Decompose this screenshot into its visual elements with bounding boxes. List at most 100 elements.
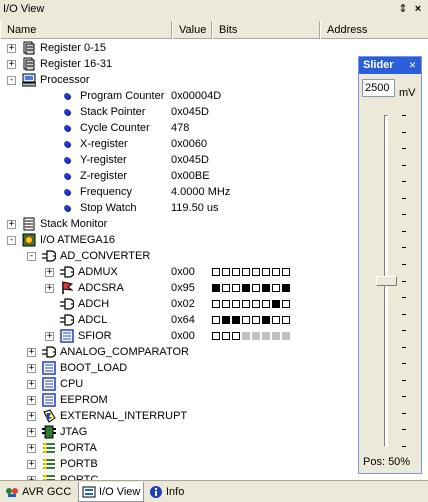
dot-icon [64, 205, 70, 211]
expand-button[interactable]: + [45, 284, 54, 293]
bit-cell[interactable] [252, 316, 260, 324]
window-title: I/O View [3, 3, 45, 15]
slider-value-input[interactable] [362, 79, 395, 97]
tree-label: ADCL [78, 314, 108, 326]
bit-cell[interactable] [262, 316, 270, 324]
dot-icon [64, 189, 70, 195]
tree-label: Stop Watch [80, 202, 137, 214]
expand-button[interactable]: + [27, 444, 36, 453]
slider-tick [402, 148, 406, 149]
tree-label: Register 16-31 [40, 58, 113, 70]
register-value: 478 [171, 122, 190, 134]
bit-cell[interactable] [242, 316, 250, 324]
bit-cell[interactable] [212, 300, 220, 308]
bit-cell[interactable] [282, 316, 290, 324]
column-header-bits[interactable]: Bits [212, 21, 320, 39]
bit-cell[interactable] [272, 316, 280, 324]
slider-tick [402, 214, 406, 215]
tree-label: ADMUX [78, 266, 118, 278]
expand-button[interactable]: + [27, 364, 36, 373]
collapse-button[interactable]: - [7, 236, 16, 245]
expand-button[interactable]: + [7, 60, 16, 69]
bit-cell [252, 332, 260, 340]
tab-io-view[interactable]: I/O View [78, 482, 144, 502]
register-value: 0x02 [171, 298, 195, 310]
expand-button[interactable]: + [27, 396, 36, 405]
expand-button[interactable]: + [27, 428, 36, 437]
slider-panel: Slider × mV Pos: 50% [358, 56, 422, 474]
bit-cell[interactable] [282, 284, 290, 292]
tab-avr-gcc[interactable]: AVR GCC [2, 482, 78, 502]
tab-info[interactable]: Info [146, 482, 192, 502]
slider-close-button[interactable]: × [406, 58, 419, 72]
bit-cell[interactable] [222, 300, 230, 308]
column-header-address[interactable]: Address [320, 21, 428, 39]
bit-cell[interactable] [282, 268, 290, 276]
expand-button[interactable]: + [7, 44, 16, 53]
bit-cell[interactable] [232, 284, 240, 292]
bit-cell[interactable] [212, 284, 220, 292]
expand-button[interactable]: + [27, 380, 36, 389]
collapse-button[interactable]: - [27, 252, 36, 261]
bit-cell[interactable] [272, 300, 280, 308]
collapse-button[interactable]: - [7, 76, 16, 85]
bit-cell[interactable] [222, 284, 230, 292]
expand-button[interactable]: + [27, 460, 36, 469]
bit-cell[interactable] [242, 268, 250, 276]
slider-tick [402, 347, 406, 348]
close-button[interactable]: × [411, 2, 425, 16]
port-icon [42, 457, 56, 471]
computer-icon [21, 73, 37, 87]
bit-cell[interactable] [232, 268, 240, 276]
adc-icon [60, 265, 75, 279]
registers-icon [22, 41, 36, 55]
register-value: 0x0060 [171, 138, 208, 150]
dot-icon [64, 125, 70, 131]
bit-cell[interactable] [242, 284, 250, 292]
bit-cell[interactable] [272, 284, 280, 292]
register-value: 0x045D [171, 154, 209, 166]
bit-cell[interactable] [222, 316, 230, 324]
bit-cell [262, 332, 270, 340]
bit-cell[interactable] [212, 332, 220, 340]
bit-cell[interactable] [212, 316, 220, 324]
bit-cell[interactable] [272, 268, 280, 276]
slider-tick [402, 380, 406, 381]
column-header-name[interactable]: Name [0, 21, 172, 39]
expand-button[interactable]: + [45, 268, 54, 277]
bit-cell[interactable] [262, 284, 270, 292]
pin-button[interactable]: ⇕ [396, 2, 410, 16]
bit-cell[interactable] [252, 284, 260, 292]
dot-icon [64, 157, 70, 163]
bit-cell[interactable] [232, 316, 240, 324]
column-header-value[interactable]: Value [172, 21, 212, 39]
bit-cell[interactable] [212, 268, 220, 276]
window-titlebar: I/O View ⇕ × [0, 0, 428, 20]
expand-button[interactable]: + [45, 332, 54, 341]
bit-cell[interactable] [222, 332, 230, 340]
bit-cell[interactable] [252, 300, 260, 308]
slider-tick [402, 247, 406, 248]
bit-cell[interactable] [242, 300, 250, 308]
doc-icon [42, 393, 56, 407]
bit-cell[interactable] [252, 268, 260, 276]
bit-cell[interactable] [282, 300, 290, 308]
slider-tick [402, 396, 406, 397]
bit-cell[interactable] [232, 332, 240, 340]
expand-button[interactable]: + [27, 412, 36, 421]
bit-cell [282, 332, 290, 340]
bit-cell[interactable] [222, 268, 230, 276]
bit-cell [242, 332, 250, 340]
register-value: 0x00004D [171, 90, 222, 102]
tree-label: ANALOG_COMPARATOR [60, 346, 189, 358]
bit-cell[interactable] [262, 268, 270, 276]
tree-row-reg0-15[interactable]: + Register 0-15 [0, 40, 428, 56]
expand-button[interactable]: + [27, 348, 36, 357]
slider-tick [402, 314, 406, 315]
doc-icon [60, 329, 74, 343]
expand-button[interactable]: + [7, 220, 16, 229]
slider-thumb[interactable] [376, 276, 397, 286]
bit-cell[interactable] [232, 300, 240, 308]
bit-cell[interactable] [262, 300, 270, 308]
tree-label: Program Counter [80, 90, 165, 102]
